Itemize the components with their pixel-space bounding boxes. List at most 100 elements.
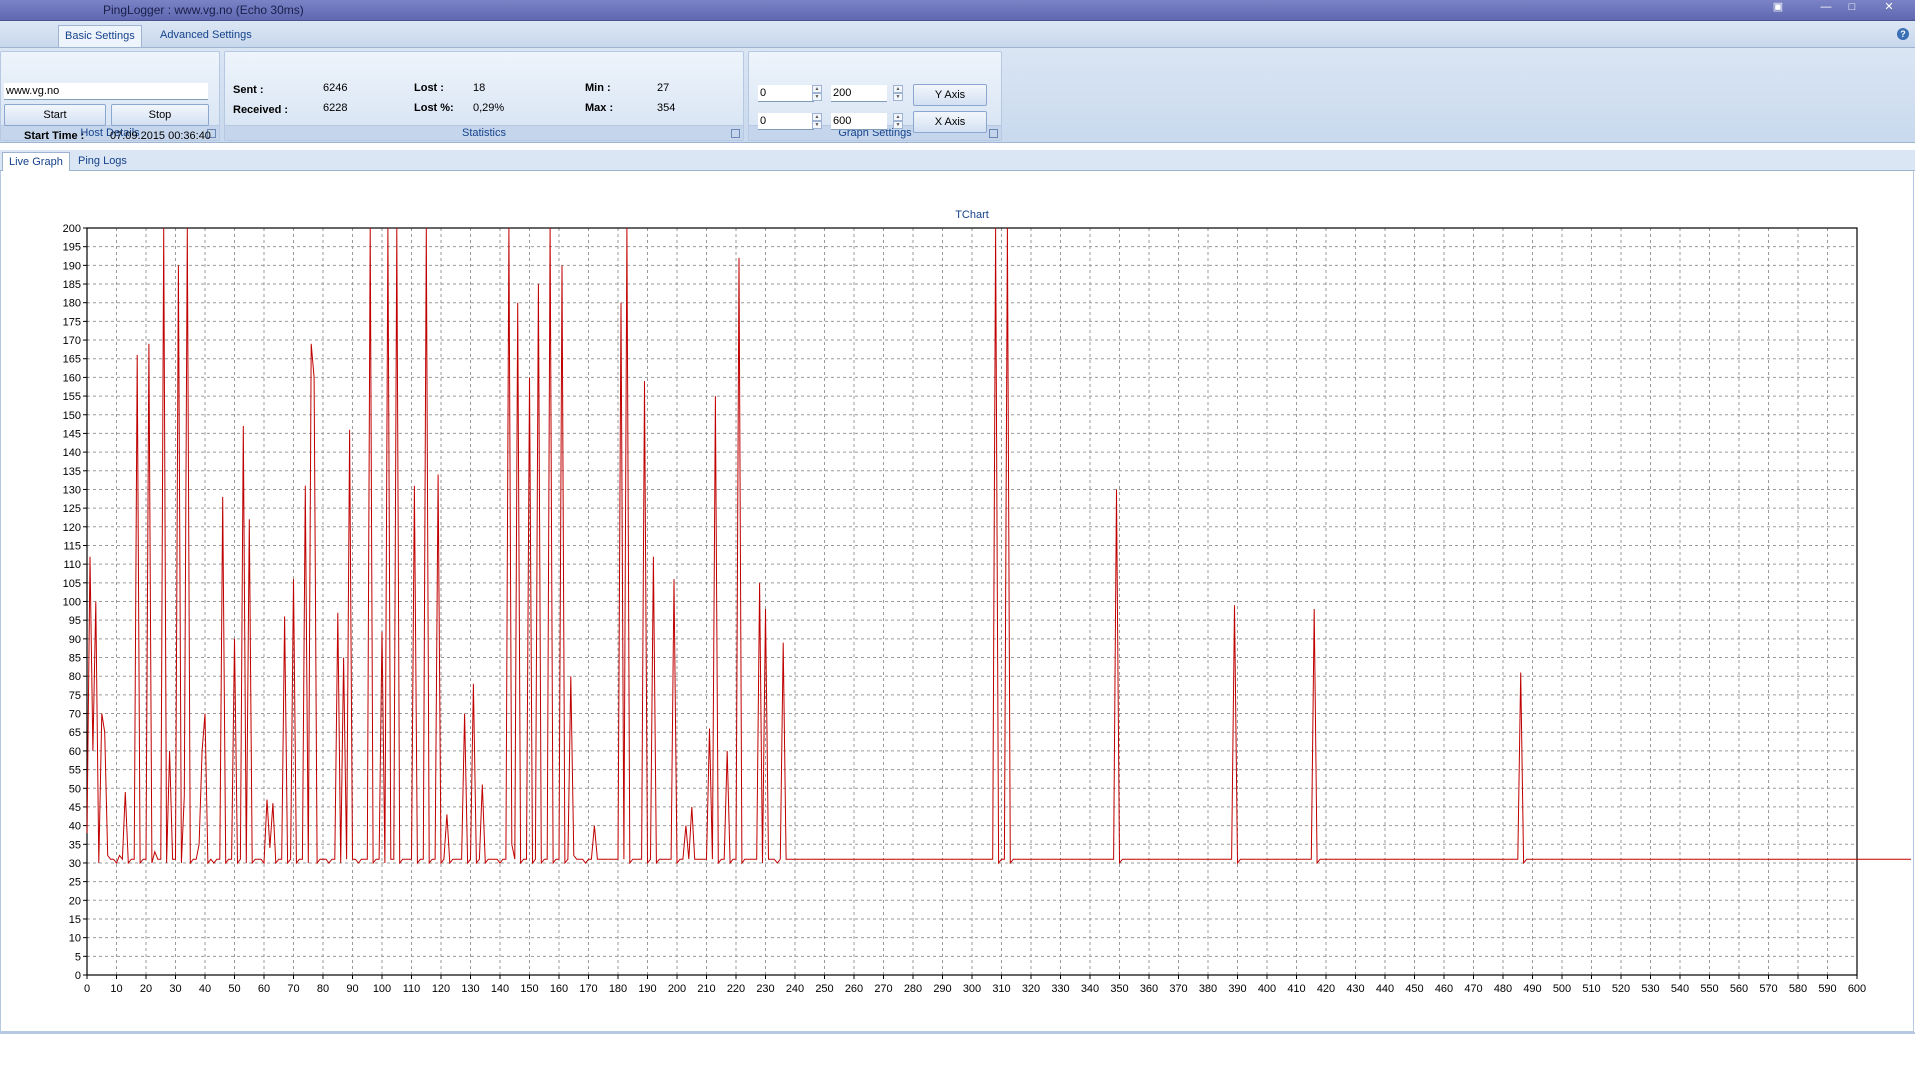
minimize-icon[interactable]: —	[1813, 0, 1839, 14]
x-tick-label: 510	[1582, 983, 1600, 995]
x-tick-label: 600	[1848, 983, 1866, 995]
stop-button[interactable]: Stop	[111, 104, 209, 126]
x-tick-label: 300	[963, 983, 981, 995]
x-tick-label: 200	[668, 983, 686, 995]
tab-basic-settings[interactable]: Basic Settings	[58, 25, 142, 47]
x-tick-label: 20	[140, 983, 152, 995]
x-tick-label: 180	[609, 983, 627, 995]
x-tick-label: 80	[317, 983, 329, 995]
y-tick-label: 100	[63, 597, 81, 609]
x-tick-label: 190	[638, 983, 656, 995]
x-tick-label: 250	[815, 983, 833, 995]
x-min-input[interactable]	[758, 113, 814, 130]
y-tick-label: 20	[69, 895, 81, 907]
y-max-stepper[interactable]: ▲ ▼	[893, 85, 903, 101]
y-tick-label: 80	[69, 671, 81, 683]
y-tick-label: 35	[69, 839, 81, 851]
x-tick-label: 570	[1759, 983, 1777, 995]
chart-title: TChart	[955, 209, 989, 221]
received-label: Received :	[233, 104, 289, 116]
x-tick-label: 90	[346, 983, 358, 995]
y-tick-label: 190	[63, 260, 81, 272]
ping-chart: TChart0510152025303540455055606570758085…	[63, 209, 1915, 995]
y-min-stepper[interactable]: ▲ ▼	[812, 85, 822, 101]
statistics-group: Statistics	[224, 51, 744, 141]
y-tick-label: 95	[69, 615, 81, 627]
host-input[interactable]	[4, 83, 208, 100]
x-tick-label: 290	[933, 983, 951, 995]
y-tick-label: 165	[63, 354, 81, 366]
x-tick-label: 210	[697, 983, 715, 995]
x-tick-label: 100	[373, 983, 391, 995]
x-tick-label: 550	[1700, 983, 1718, 995]
document-tabs: Live Graph Ping Logs	[0, 150, 1915, 172]
lost-pct-label: Lost %:	[414, 102, 454, 114]
close-icon[interactable]: ✕	[1876, 0, 1902, 14]
y-tick-label: 155	[63, 391, 81, 403]
x-tick-label: 260	[845, 983, 863, 995]
y-tick-label: 75	[69, 690, 81, 702]
window-title: PingLogger : www.vg.no (Echo 30ms)	[103, 3, 304, 17]
y-tick-label: 150	[63, 410, 81, 422]
tab-live-graph[interactable]: Live Graph	[2, 152, 70, 172]
y-tick-label: 135	[63, 466, 81, 478]
y-tick-label: 105	[63, 578, 81, 590]
y-tick-label: 140	[63, 447, 81, 459]
x-tick-label: 10	[110, 983, 122, 995]
x-max-stepper[interactable]: ▲ ▼	[893, 113, 903, 129]
statistics-launcher-icon[interactable]	[731, 129, 740, 138]
x-tick-label: 560	[1730, 983, 1748, 995]
y-tick-label: 145	[63, 428, 81, 440]
tab-ping-logs[interactable]: Ping Logs	[72, 152, 133, 170]
start-button[interactable]: Start	[4, 104, 106, 126]
x-tick-label: 420	[1317, 983, 1335, 995]
ribbon: Basic Settings Advanced Settings ? Host …	[0, 21, 1915, 143]
status-divider	[0, 1032, 1915, 1034]
lost-pct-value: 0,29%	[473, 102, 505, 114]
x-tick-label: 220	[727, 983, 745, 995]
x-tick-label: 460	[1435, 983, 1453, 995]
y-tick-label: 170	[63, 335, 81, 347]
y-max-input[interactable]	[831, 85, 887, 102]
x-axis-button[interactable]: X Axis	[913, 111, 987, 133]
y-tick-label: 10	[69, 933, 81, 945]
y-tick-label: 0	[75, 970, 81, 982]
help-icon[interactable]: ?	[1897, 28, 1909, 40]
ribbon-tabs: Basic Settings Advanced Settings ?	[0, 21, 1915, 48]
restore-icon[interactable]: ▣	[1765, 0, 1791, 14]
start-time-value: 07.09.2015 00:36:40	[110, 130, 211, 142]
maximize-icon[interactable]: □	[1839, 0, 1865, 14]
tab-advanced-settings[interactable]: Advanced Settings	[154, 25, 258, 46]
title-bar: PingLogger : www.vg.no (Echo 30ms) ▣ — □…	[0, 0, 1915, 21]
lost-label: Lost :	[414, 82, 444, 94]
received-value: 6228	[323, 102, 348, 114]
x-tick-label: 310	[992, 983, 1010, 995]
y-tick-label: 65	[69, 727, 81, 739]
y-axis-button[interactable]: Y Axis	[913, 84, 987, 106]
x-tick-label: 360	[1140, 983, 1158, 995]
y-tick-label: 25	[69, 877, 81, 889]
y-tick-label: 200	[63, 223, 81, 235]
sent-value: 6246	[323, 82, 348, 94]
y-tick-label: 5	[75, 951, 81, 963]
x-tick-label: 390	[1228, 983, 1246, 995]
live-graph-panel: TChart 0 5 10 15 20 25 30 35 40 45 50 55 60 65 70 75 80 85…	[0, 171, 1915, 1032]
y-tick-label: 70	[69, 709, 81, 721]
x-tick-label: 580	[1789, 983, 1807, 995]
start-time-label: Start Time :	[24, 130, 85, 142]
x-tick-label: 370	[1169, 983, 1187, 995]
min-value: 27	[657, 82, 670, 94]
x-tick-label: 230	[756, 983, 774, 995]
graph-settings-launcher-icon[interactable]	[989, 129, 998, 138]
y-min-input[interactable]	[758, 85, 814, 102]
y-tick-label: 85	[69, 653, 81, 665]
x-min-stepper[interactable]: ▲ ▼	[812, 113, 822, 129]
x-tick-label: 330	[1051, 983, 1069, 995]
x-max-input[interactable]	[831, 113, 887, 130]
x-tick-label: 280	[904, 983, 922, 995]
x-tick-label: 70	[287, 983, 299, 995]
x-tick-label: 40	[199, 983, 211, 995]
y-tick-label: 15	[69, 914, 81, 926]
max-value: 354	[657, 102, 676, 114]
max-label: Max :	[585, 102, 614, 114]
